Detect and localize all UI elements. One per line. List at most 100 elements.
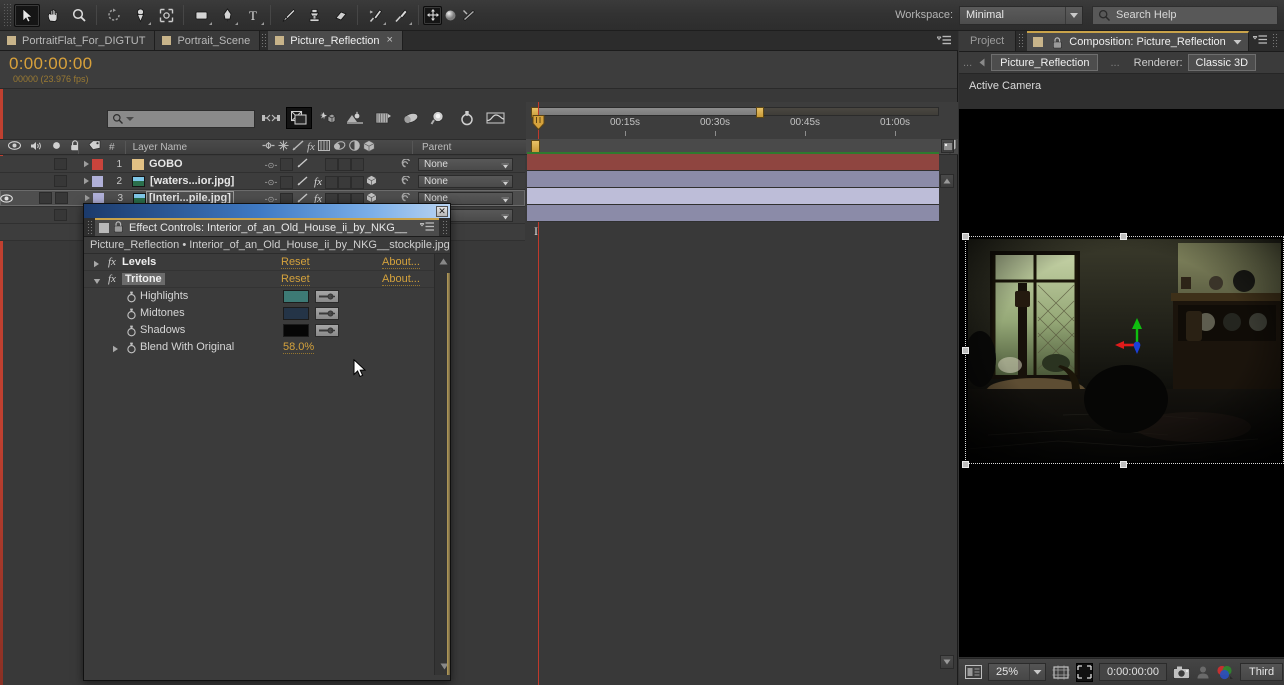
region-of-interest-icon[interactable]	[1076, 662, 1093, 682]
magnification-dropdown[interactable]: 25%	[988, 663, 1046, 681]
scroll-down-arrow[interactable]	[940, 655, 954, 669]
quality-switch[interactable]	[293, 175, 311, 189]
snapshot-icon[interactable]	[1173, 663, 1190, 681]
layer-name[interactable]: GOBO	[144, 158, 183, 170]
property-row-shadows[interactable]: Shadows	[84, 322, 434, 339]
eyedropper-button[interactable]	[315, 290, 339, 303]
chevron-down-icon[interactable]	[501, 179, 510, 190]
choose-grid-guides-icon[interactable]	[1052, 663, 1070, 681]
mid-ellipsis[interactable]: ...	[1110, 57, 1119, 69]
selection-handle-bl[interactable]	[962, 461, 969, 468]
auto-keyframe-button[interactable]	[454, 107, 480, 129]
layer-visibility-toggle[interactable]	[13, 175, 26, 187]
layer-visibility-toggle[interactable]	[13, 158, 26, 170]
table-row[interactable]: 2 [waters...ior.jpg] -⊙- fx None	[0, 173, 525, 190]
layer-expand-triangle[interactable]	[80, 177, 92, 185]
breadcrumb-ellipsis[interactable]: ...	[963, 57, 972, 69]
layer-switches[interactable]: -⊙- fx	[262, 175, 379, 189]
layer-solo-toggle[interactable]	[39, 192, 52, 204]
panel-menu-button[interactable]	[937, 35, 958, 46]
current-time-display[interactable]: 0:00:00:00	[9, 54, 92, 74]
panel-grip-right[interactable]	[1272, 33, 1279, 49]
motionblur-switch[interactable]	[338, 175, 351, 189]
parent-pick-whip[interactable]	[400, 175, 412, 190]
layer-label-color[interactable]	[92, 175, 103, 187]
layer-lock-toggle[interactable]	[54, 158, 67, 170]
quality-switch[interactable]	[293, 158, 311, 171]
selection-handle-br[interactable]	[1277, 461, 1284, 468]
close-icon[interactable]: ✕	[436, 205, 448, 217]
layer-lock-toggle[interactable]	[54, 175, 67, 187]
panel-grip-right[interactable]	[442, 220, 448, 234]
chevron-down-icon[interactable]	[501, 162, 510, 173]
parent-dropdown[interactable]: None	[418, 158, 513, 171]
frameblend-switch[interactable]	[325, 175, 338, 189]
tab-effect-controls[interactable]: Effect Controls: Interior_of_an_Old_Hous…	[95, 218, 439, 236]
effect-controls-panel[interactable]: ✕ Effect Controls: Interior_of_an_Old_Ho…	[83, 203, 451, 681]
enable-frame-blending-button[interactable]	[342, 107, 368, 129]
speaker-icon[interactable]	[30, 141, 43, 154]
clone-stamp-tool[interactable]	[301, 4, 327, 27]
type-tool[interactable]: T	[240, 4, 266, 27]
panel-grip[interactable]	[87, 220, 93, 234]
anchor-point-tool[interactable]	[127, 4, 153, 27]
comp-name-chip[interactable]: Picture_Reflection	[991, 54, 1099, 71]
threed-switch[interactable]	[364, 175, 379, 189]
effect-row-levels[interactable]: fx Levels Reset About...	[84, 254, 434, 271]
toolbar-grip[interactable]	[3, 3, 12, 27]
property-row-midtones[interactable]: Midtones	[84, 305, 434, 322]
draft-3d-button[interactable]	[286, 107, 312, 129]
eye-icon[interactable]	[7, 141, 22, 153]
table-row[interactable]: 1 GOBO -⊙- None	[0, 156, 525, 173]
chevron-down-icon[interactable]	[501, 213, 510, 224]
search-help-input[interactable]: Search Help	[1092, 5, 1278, 25]
orbit-camera-tool[interactable]	[442, 4, 459, 27]
puppet-pin-tool[interactable]	[388, 4, 414, 27]
close-icon[interactable]: ×	[387, 35, 393, 46]
selection-tool[interactable]	[14, 3, 40, 27]
region-of-interest-tool[interactable]	[153, 4, 179, 27]
preview-time-display[interactable]: 0:00:00:00	[1099, 663, 1167, 681]
layer-lock-toggle[interactable]	[54, 209, 67, 221]
layer-expand-triangle[interactable]	[81, 194, 93, 202]
panel-menu-icon[interactable]	[419, 221, 435, 235]
lock-icon[interactable]	[1052, 36, 1063, 48]
layer-expand-triangle[interactable]	[80, 160, 92, 168]
zoom-tool[interactable]	[66, 4, 92, 27]
layer-bar-interior[interactable]	[527, 188, 939, 205]
collapse-triangle-icon[interactable]	[93, 276, 101, 288]
adjustment-switch[interactable]	[351, 175, 364, 189]
adjustment-switch[interactable]	[351, 158, 364, 171]
show-snapshot-icon[interactable]	[1196, 663, 1210, 681]
shape-tool[interactable]	[188, 4, 214, 27]
property-track-scale[interactable]: I	[527, 222, 939, 239]
effect-name[interactable]: Levels	[122, 256, 156, 268]
color-swatch[interactable]	[283, 307, 309, 320]
motion-sketch-button[interactable]	[482, 107, 508, 129]
selection-handle-bm[interactable]	[1120, 461, 1127, 468]
color-swatch[interactable]	[283, 290, 309, 303]
lock-icon[interactable]	[113, 220, 124, 236]
effect-controls-titlebar[interactable]: ✕	[84, 204, 450, 218]
scroll-up-arrow[interactable]	[940, 174, 954, 188]
chevron-down-icon[interactable]	[1029, 664, 1045, 680]
layer-label-color[interactable]	[92, 158, 103, 170]
layer-visibility-toggle[interactable]	[0, 193, 13, 203]
anchor-icon[interactable]: -⊙-	[262, 160, 280, 170]
property-row-highlights[interactable]: Highlights	[84, 288, 434, 305]
selection-handle-ml[interactable]	[962, 347, 969, 354]
resolution-dropdown[interactable]: Third	[1240, 663, 1284, 681]
tab-portraitflat[interactable]: PortraitFlat_For_DIGTUT	[0, 31, 156, 50]
reset-link[interactable]: Reset	[281, 256, 310, 269]
stopwatch-icon[interactable]	[126, 291, 137, 306]
color-swatch[interactable]	[283, 324, 309, 337]
panel-grip[interactable]	[1018, 33, 1026, 49]
layer-lock-toggle[interactable]	[55, 192, 68, 204]
layer-switches[interactable]: -⊙-	[262, 158, 379, 171]
parent-dropdown[interactable]: None	[418, 175, 513, 188]
layer-preview-icon[interactable]	[941, 139, 954, 153]
brush-tool[interactable]	[275, 4, 301, 27]
current-time-indicator[interactable]	[532, 115, 545, 131]
toggle-transparency-grid-icon[interactable]	[965, 663, 982, 681]
property-row-blend-with-original[interactable]: Blend With Original 58.0%	[84, 339, 434, 356]
